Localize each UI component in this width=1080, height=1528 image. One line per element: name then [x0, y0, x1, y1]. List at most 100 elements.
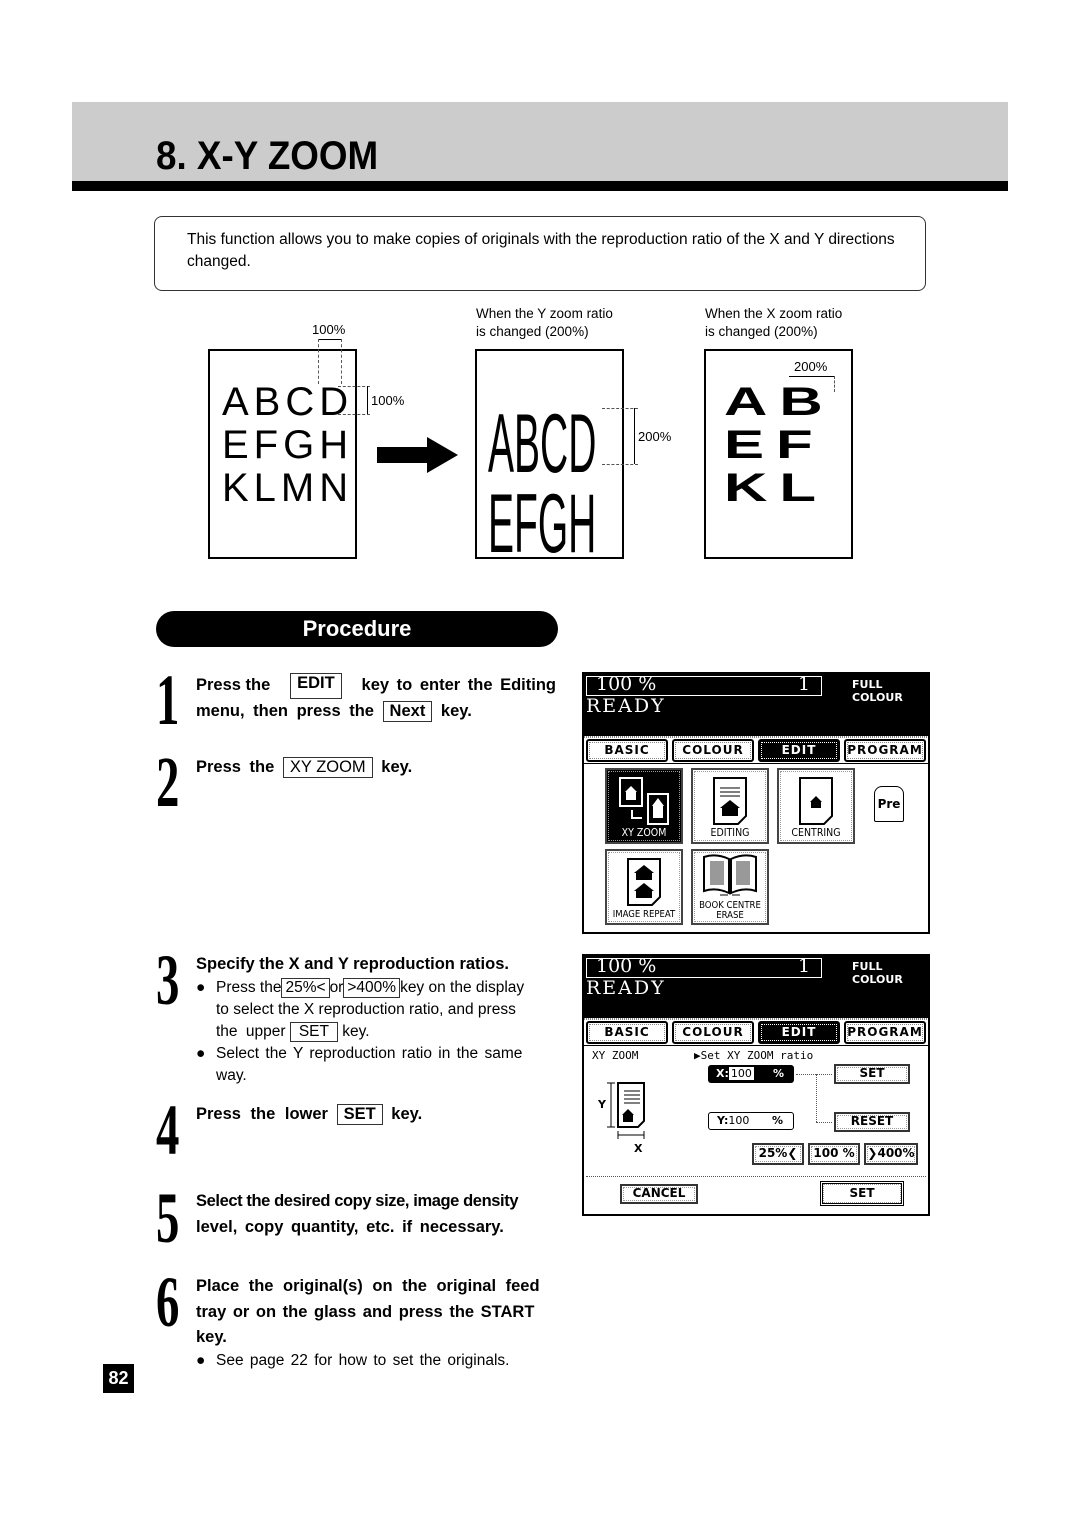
text: the upper: [216, 1023, 286, 1040]
bullet-icon: ●: [196, 1045, 206, 1062]
right-arrow-icon: [377, 437, 458, 473]
procedure-heading: Procedure: [156, 611, 558, 647]
ratio-display: 100 %: [596, 955, 657, 977]
xy-zoom-key: XY ZOOM: [282, 757, 373, 778]
guide-line: [602, 464, 638, 465]
text: See page 22 for how to set the originals…: [216, 1352, 510, 1369]
tab-bar: BASIC COLOUR EDIT PROGRAM: [584, 736, 928, 764]
status-area: 100 % 1 FULL COLOUR READY: [584, 956, 928, 1018]
text-line: ABCD: [222, 380, 354, 424]
next-key: Next: [382, 700, 433, 722]
caption-line: is changed (200%): [705, 324, 818, 339]
tab-colour[interactable]: COLOUR: [672, 1021, 754, 1044]
cancel-button[interactable]: CANCEL: [620, 1184, 698, 1204]
100-percent-button[interactable]: 100 %: [808, 1143, 860, 1165]
text: way.: [216, 1067, 247, 1084]
25-percent-button[interactable]: 25%❮: [752, 1143, 804, 1165]
text: key.: [196, 1328, 227, 1346]
text: to select the X reproduction ratio, and …: [216, 1001, 516, 1018]
connector-line: [816, 1122, 832, 1123]
tab-edit[interactable]: EDIT: [758, 739, 840, 762]
connector-line: [816, 1074, 817, 1122]
colour-mode: FULL COLOUR: [852, 678, 903, 704]
height-arrow: [634, 408, 635, 464]
step-number: 3: [156, 940, 180, 1020]
text: Press the: [216, 979, 282, 996]
step-number: 6: [156, 1262, 180, 1342]
text: key.: [381, 758, 413, 776]
text: key.: [391, 1105, 423, 1123]
text: Select the Y reproduction ratio in the s…: [216, 1045, 523, 1062]
y-value: 100: [728, 1114, 750, 1127]
previous-page-button[interactable]: Pre: [874, 786, 904, 822]
y-height-label: 200%: [638, 429, 672, 444]
x-width-label: 200%: [794, 359, 828, 374]
text: tray or on the glass and press the START: [196, 1302, 535, 1321]
text: Press the lower: [196, 1105, 328, 1123]
y-zoom-text: ABCD EFGH: [488, 398, 597, 572]
guide-line: [602, 408, 638, 409]
image-repeat-icon: [627, 858, 661, 906]
x-zoom-text: AB EF KL: [724, 381, 835, 510]
tab-program[interactable]: PROGRAM: [844, 739, 926, 762]
tab-colour[interactable]: COLOUR: [672, 739, 754, 762]
text-line: KLMN: [222, 466, 354, 510]
25-key: 25%<: [281, 978, 330, 998]
text: key to enter the Editing: [361, 676, 556, 694]
caption-line: is changed (200%): [476, 324, 589, 339]
400-key: >400%: [343, 978, 401, 998]
step-3-bullets: ● Press the 25%< or >400% key on the display …: [196, 977, 558, 1087]
y-ratio-field[interactable]: Y:100%: [708, 1112, 794, 1130]
text: or: [329, 979, 344, 996]
label-line: ERASE: [716, 909, 744, 921]
intro-box: This function allows you to make copies …: [154, 216, 926, 291]
step-1-text: Press the EDIT key to enter the Editing …: [196, 673, 556, 724]
x-label: X:: [716, 1067, 729, 1080]
step-number: 4: [156, 1090, 180, 1170]
tab-basic[interactable]: BASIC: [586, 1021, 668, 1044]
copy-count: 1: [798, 955, 811, 977]
reset-button[interactable]: RESET: [834, 1112, 910, 1132]
step-number: 1: [156, 660, 180, 740]
page-number: 82: [103, 1364, 134, 1393]
intro-text: This function allows you to make copies …: [187, 231, 895, 270]
upper-set-button[interactable]: SET: [834, 1064, 910, 1084]
image-repeat-button[interactable]: IMAGE REPEAT: [605, 849, 683, 925]
text-line: KL: [724, 466, 828, 510]
text: key.: [342, 1023, 370, 1040]
book-centre-erase-button[interactable]: BOOK CENTRE ERASE: [691, 849, 769, 925]
x-value: 100: [728, 1067, 754, 1080]
status-text: READY: [586, 695, 666, 717]
xy-zoom-icon: [619, 777, 669, 825]
tab-edit[interactable]: EDIT: [758, 1021, 840, 1044]
x-caption: When the X zoom ratio is changed (200%): [705, 305, 842, 341]
guide-line: [318, 339, 319, 384]
tab-basic[interactable]: BASIC: [586, 739, 668, 762]
x-ratio-field[interactable]: X: 100%: [708, 1065, 794, 1083]
text-line: ABCD: [488, 398, 597, 492]
lower-set-button[interactable]: SET: [820, 1181, 904, 1206]
upper-set-key: SET: [289, 1022, 338, 1042]
divider: [586, 1176, 926, 1177]
editing-button[interactable]: EDITING: [691, 768, 769, 844]
step-5-text: Select the desired copy size, image dens…: [196, 1189, 558, 1240]
original-text: ABCD EFGH KLMN: [222, 381, 353, 510]
edit-key: EDIT: [290, 673, 342, 699]
text: Select the desired copy size, image dens…: [196, 1192, 519, 1210]
bullet-icon: ●: [196, 1352, 206, 1369]
text: key on the display: [400, 979, 525, 996]
text-line: EFGH: [222, 423, 354, 467]
text-line: EFGH: [488, 478, 597, 572]
centring-button[interactable]: CENTRING: [777, 768, 855, 844]
x-axis-label: X: [634, 1142, 643, 1155]
400-percent-button[interactable]: ❯400%: [864, 1143, 918, 1165]
step-4-text: Press the lower SET key.: [196, 1102, 422, 1128]
step-number: 5: [156, 1178, 180, 1258]
centring-icon: [799, 777, 833, 825]
xy-zoom-button[interactable]: XY ZOOM: [605, 768, 683, 844]
tab-program[interactable]: PROGRAM: [844, 1021, 926, 1044]
x-unit: %: [772, 1067, 784, 1080]
text: Press the: [196, 676, 271, 694]
original-height-label: 100%: [371, 393, 405, 408]
button-label: EDITING: [710, 827, 750, 839]
